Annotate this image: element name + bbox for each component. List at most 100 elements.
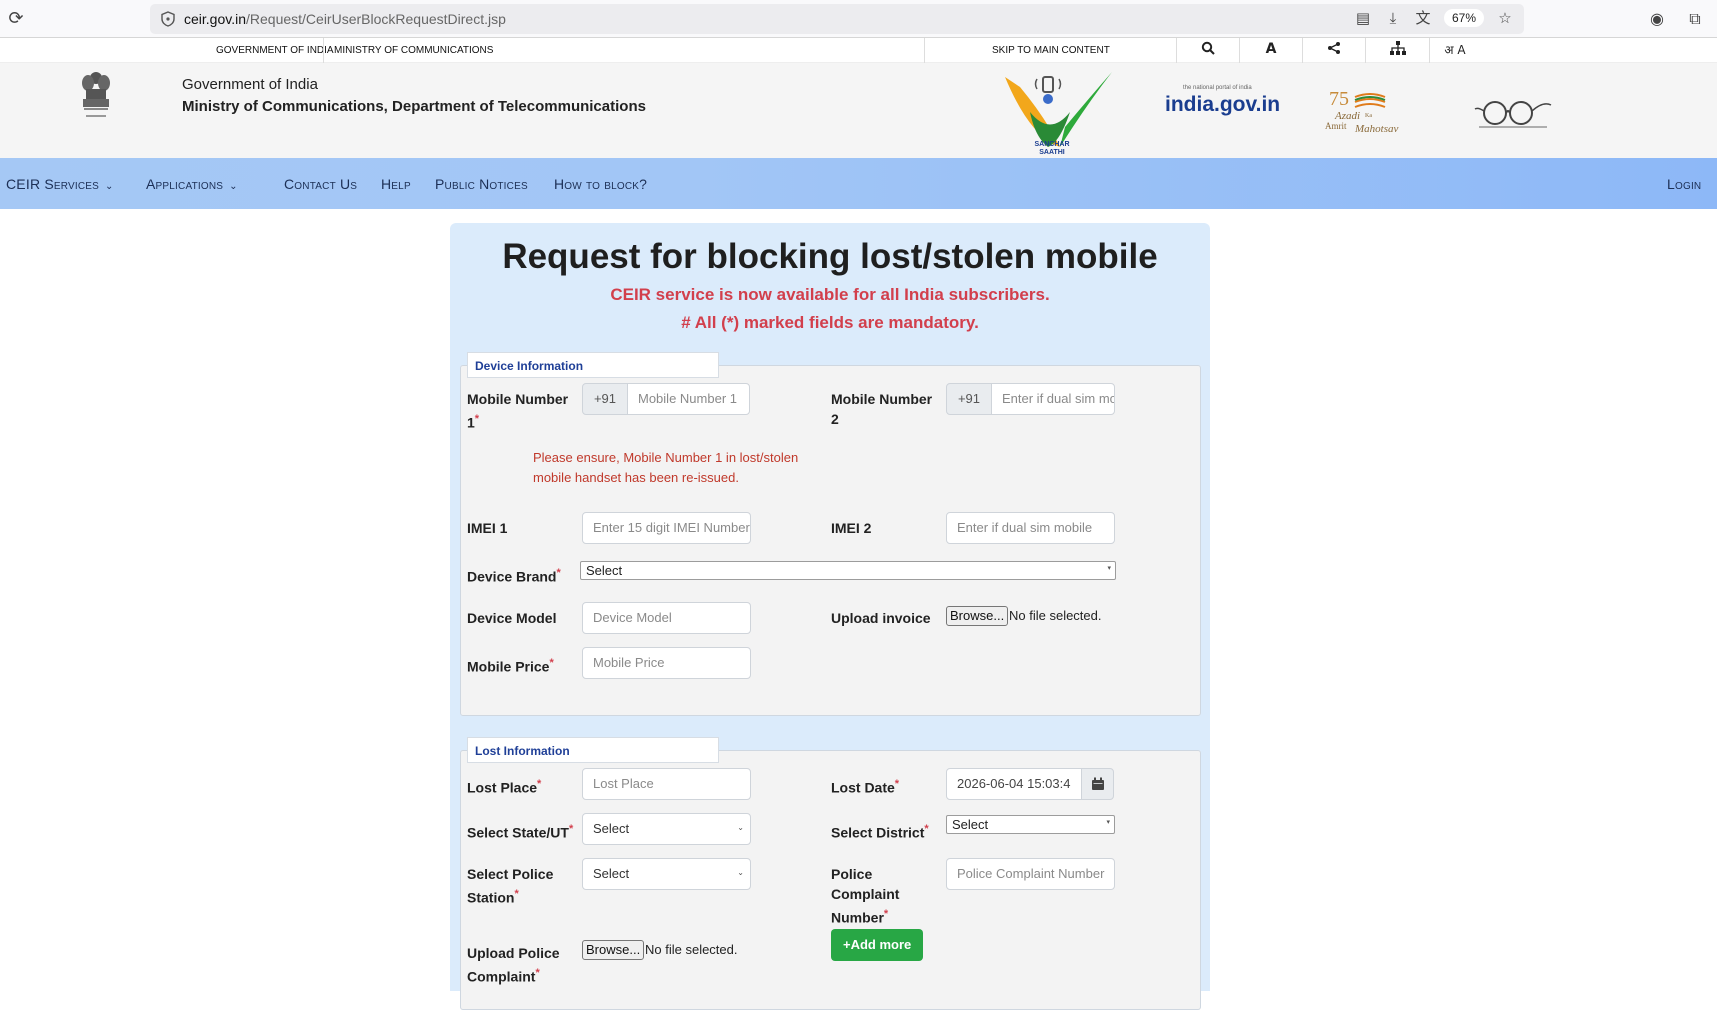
state-select[interactable]: Select ⌄: [582, 813, 751, 845]
mobile-price-input[interactable]: Mobile Price: [582, 647, 751, 679]
required-marker: *: [549, 657, 554, 669]
complaint-file-status: No file selected.: [645, 942, 738, 957]
calendar-icon: [1092, 777, 1104, 790]
sitemap-icon[interactable]: [1388, 41, 1408, 59]
ministry-title: Ministry of Communications, Department o…: [182, 98, 646, 115]
lost-place-input[interactable]: Lost Place: [582, 768, 751, 800]
nav-ceir-services[interactable]: CEIR Services ⌄: [6, 176, 114, 192]
reissue-warning: Please ensure, Mobile Number 1 in lost/s…: [533, 450, 799, 485]
upload-complaint-label: Upload Police Complaint*: [467, 943, 577, 987]
imei2-input[interactable]: Enter if dual sim mobile: [946, 512, 1115, 544]
police-station-label-text: Select Police Station: [467, 866, 554, 906]
nav-how-to-block[interactable]: How to block?: [554, 176, 647, 192]
language-icon[interactable]: अ A: [1440, 41, 1470, 59]
chevron-down-icon: ⌄: [737, 823, 744, 832]
add-more-button[interactable]: +Add more: [831, 929, 924, 961]
ministry-link[interactable]: MINISTRY OF COMMUNICATIONS: [334, 45, 493, 56]
svg-text:Mahotsav: Mahotsav: [1354, 123, 1399, 135]
sanchar-saathi-logo[interactable]: SANCHAR SAATHI: [990, 67, 1115, 155]
calendar-button[interactable]: [1081, 768, 1114, 800]
nav-login[interactable]: Login: [1667, 176, 1701, 192]
svg-text:Amrit: Amrit: [1325, 121, 1347, 131]
bookmark-star-icon[interactable]: ☆: [1496, 9, 1514, 27]
nav-help[interactable]: Help: [381, 176, 411, 192]
lost-place-label: Lost Place*: [467, 774, 541, 798]
india-gov-text: india.gov.in: [1165, 93, 1281, 116]
imei1-input[interactable]: Enter 15 digit IMEI Number: [582, 512, 751, 544]
nav-label: Applications: [146, 176, 224, 192]
district-select[interactable]: Select ▾: [946, 815, 1115, 834]
lost-date-input[interactable]: 2026-06-04 15:03:4: [946, 768, 1082, 800]
address-bar[interactable]: ceir.gov.in/Request/CeirUserBlockRequest…: [150, 4, 1524, 34]
url-text: ceir.gov.in/Request/CeirUserBlockRequest…: [184, 11, 506, 27]
skip-to-main-link[interactable]: SKIP TO MAIN CONTENT: [992, 45, 1110, 56]
reader-view-icon[interactable]: ▤: [1354, 9, 1372, 27]
complaint-browse-button[interactable]: Browse...: [582, 940, 645, 960]
chevron-down-icon: ⌄: [105, 181, 114, 192]
swachh-bharat-logo[interactable]: [1473, 93, 1553, 133]
mobile2-label: Mobile Number 2: [831, 391, 933, 427]
mobile1-input[interactable]: Mobile Number 1: [627, 383, 750, 415]
required-marker: *: [894, 778, 900, 790]
mandatory-notice: # All (*) marked fields are mandatory.: [681, 313, 979, 332]
account-icon[interactable]: ◉: [1647, 9, 1667, 29]
reload-icon[interactable]: ⟳: [6, 9, 26, 29]
mobile1-label: Mobile Number 1*: [467, 389, 577, 433]
font-size-icon[interactable]: A: [1261, 41, 1281, 59]
imei2-label: IMEI 2: [831, 520, 872, 536]
search-icon[interactable]: [1198, 41, 1218, 59]
mobile-price-label-text: Mobile Price: [467, 658, 550, 675]
national-emblem-icon: [82, 72, 110, 117]
district-value: Select: [952, 817, 989, 832]
india-gov-logo[interactable]: the national portal of india india.gov.i…: [1165, 85, 1281, 117]
india-gov-tagline: the national portal of india: [1183, 85, 1252, 91]
imei1-label: IMEI 1: [467, 520, 508, 536]
translate-icon[interactable]: 文: [1414, 9, 1432, 27]
url-path: /Request/CeirUserBlockRequestDirect.jsp: [246, 11, 506, 27]
block-request-form: Request for blocking lost/stolen mobile …: [450, 223, 1210, 1010]
complaint-number-label: Police Complaint Number*: [831, 864, 911, 928]
required-marker: *: [556, 567, 561, 579]
upload-invoice-label: Upload invoice: [831, 610, 931, 626]
complaint-number-label-text: Police Complaint Number: [831, 866, 900, 926]
gov-of-india-link[interactable]: GOVERNMENT OF INDIA: [216, 45, 334, 56]
device-brand-select[interactable]: Select ▾: [580, 561, 1116, 580]
police-station-label: Select Police Station*: [467, 864, 577, 908]
svg-text:75: 75: [1329, 88, 1349, 110]
service-notice: CEIR service is now available for all In…: [610, 285, 1050, 304]
zoom-badge[interactable]: 67%: [1443, 9, 1484, 27]
complaint-number-input[interactable]: Police Complaint Number: [946, 858, 1115, 890]
chevron-down-icon: ▾: [1106, 818, 1110, 826]
mobile2-prefix: +91: [946, 383, 992, 415]
save-page-icon[interactable]: ⤓: [1384, 9, 1402, 27]
share-icon[interactable]: [1324, 41, 1344, 59]
required-marker: *: [924, 823, 929, 835]
lost-date-label-text: Lost Date: [831, 779, 895, 796]
district-label-text: Select District: [831, 824, 925, 841]
lost-place-label-text: Lost Place: [467, 779, 538, 796]
invoice-file-status: No file selected.: [1009, 608, 1102, 623]
divider: [1429, 38, 1430, 63]
divider: [1365, 38, 1366, 63]
svg-text:Ka: Ka: [1365, 113, 1372, 119]
lost-information-section: Lost Information Lost Place* Lost Place …: [460, 737, 1201, 1010]
azadi-ka-amrit-mahotsav-logo[interactable]: 75 Azadi Ka Amrit Mahotsav: [1325, 85, 1410, 135]
svg-text:SANCHAR: SANCHAR: [1035, 141, 1070, 148]
required-marker: *: [474, 413, 480, 425]
lost-date-label: Lost Date*: [831, 774, 899, 798]
police-station-value: Select: [593, 866, 630, 881]
nav-applications[interactable]: Applications ⌄: [146, 176, 238, 192]
site-header: Government of India Ministry of Communic…: [0, 63, 1717, 158]
extensions-icon[interactable]: ⧉: [1685, 9, 1705, 29]
nav-contact-us[interactable]: Contact Us: [284, 176, 357, 192]
device-model-input[interactable]: Device Model: [582, 602, 751, 634]
state-value: Select: [593, 821, 630, 836]
invoice-browse-button[interactable]: Browse...: [946, 606, 1009, 626]
section-legend: Device Information: [467, 352, 719, 378]
police-station-select[interactable]: Select ⌄: [582, 858, 751, 890]
svg-text:SAATHI: SAATHI: [1039, 149, 1065, 155]
mobile-price-label: Mobile Price*: [467, 653, 554, 677]
mobile2-input[interactable]: Enter if dual sim mobile: [991, 383, 1115, 415]
required-marker: *: [535, 967, 540, 979]
nav-public-notices[interactable]: Public Notices: [435, 176, 528, 192]
